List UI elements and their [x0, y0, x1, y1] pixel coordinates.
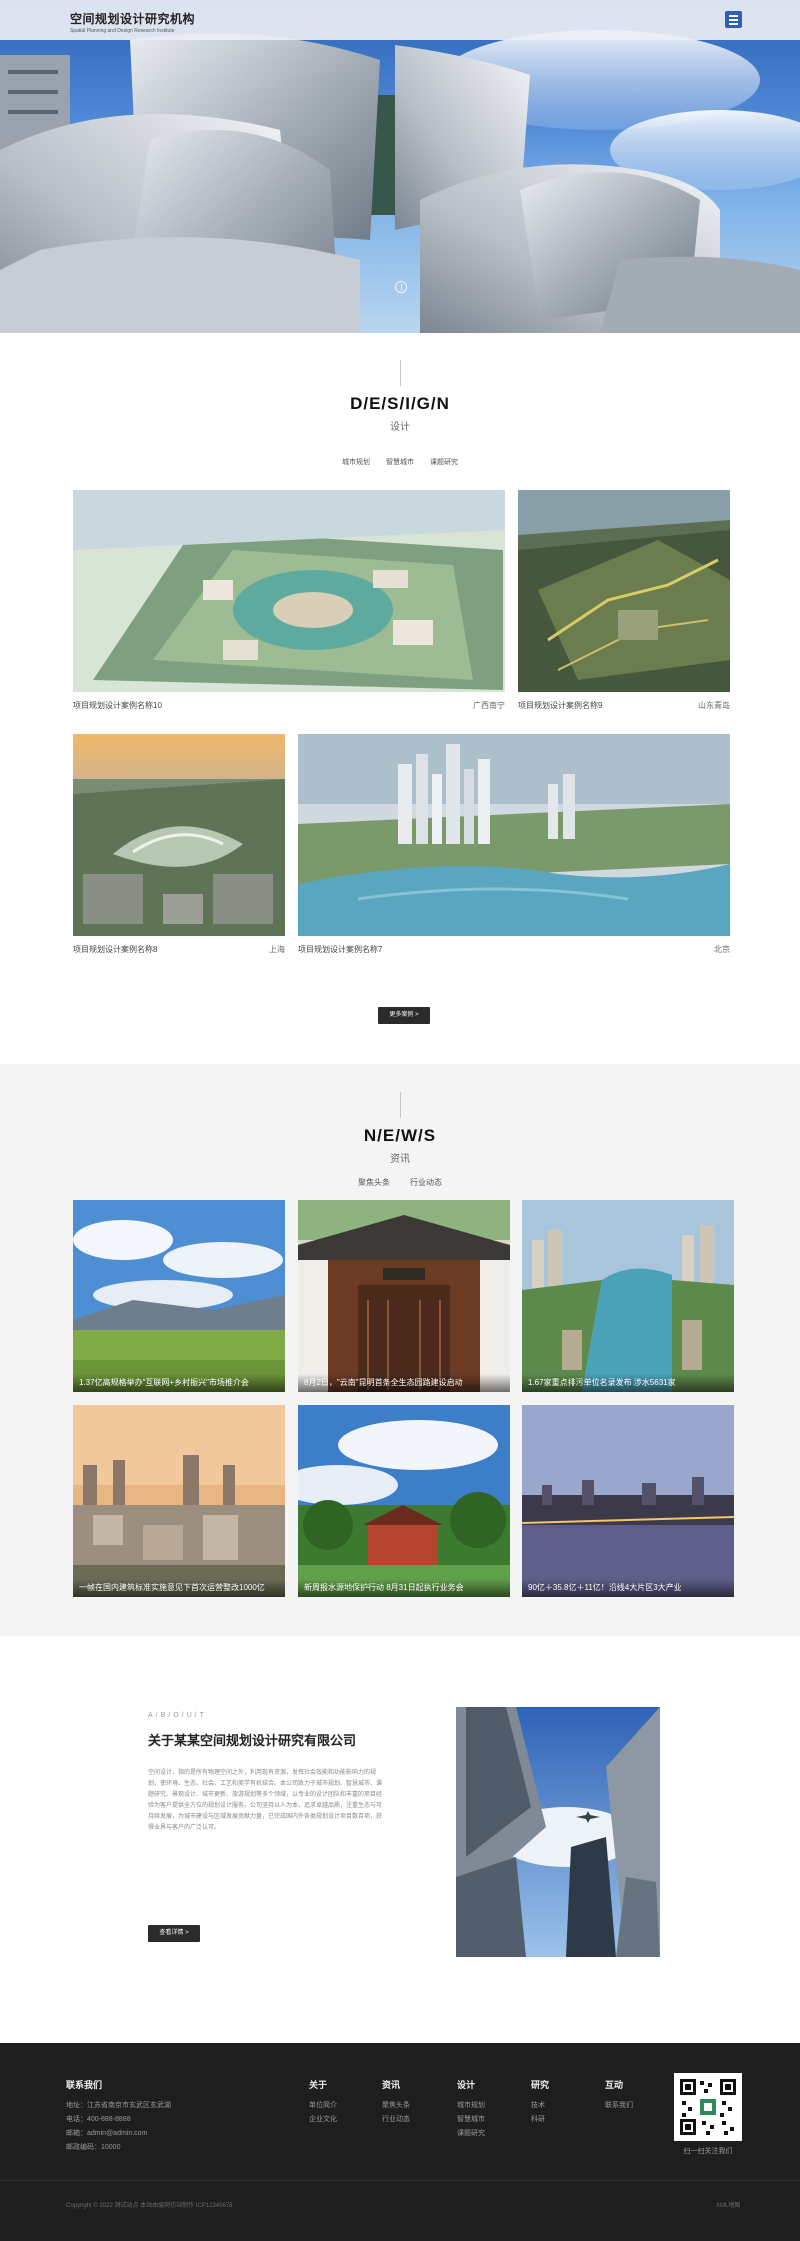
sitemap-link[interactable]: XML地图 — [716, 2200, 740, 2209]
design-card-image[interactable] — [518, 490, 730, 692]
hero-banner: 空间规划设计研究机构 Spatial Planning and Design R… — [0, 0, 800, 333]
design-card-title[interactable]: 项目规划设计案例名称10 — [73, 700, 162, 711]
news-title: 一帧在国内建筑标准实施意见下首次运营整改1000亿 — [73, 1579, 285, 1597]
logo-subtitle: Spatial Planning and Design Research Ins… — [70, 28, 175, 34]
footer-column-interaction: 互动 联系我们 — [605, 2078, 633, 2113]
tab-urban-planning[interactable]: 城市规划 — [342, 457, 370, 467]
footer-column-heading[interactable]: 关于 — [309, 2078, 337, 2091]
footer-email: 邮箱：admin@admin.com — [66, 2130, 148, 2137]
view-details-button[interactable]: 查看详情 > — [148, 1925, 200, 1942]
footer-contact: 联系我们 地址：江苏省南京市玄武区玄武湖 电话：400-888-8888 邮箱：… — [66, 2078, 171, 2155]
tab-smart-city[interactable]: 智慧城市 — [386, 457, 414, 467]
footer-column-about: 关于 单位简介 企业文化 — [309, 2078, 337, 2127]
design-tabs: 城市规划 智慧城市 课题研究 — [0, 457, 800, 467]
news-title: 1.37亿高规格举办"互联网+乡村振兴"市场推介会 — [73, 1374, 285, 1392]
footer-link[interactable]: 科研 — [531, 2113, 549, 2127]
design-card-title[interactable]: 项目规划设计案例名称8 — [73, 944, 157, 955]
news-image — [298, 1200, 510, 1392]
design-card-image[interactable] — [73, 734, 285, 936]
section-divider-line — [400, 360, 401, 386]
footer-column-news: 资讯 聚焦头条 行业动态 — [382, 2078, 410, 2127]
news-image — [522, 1200, 734, 1392]
design-section-title: D/E/S/I/G/N — [350, 394, 450, 413]
about-image — [456, 1707, 660, 1957]
news-title: 1.67家重点排污单位名录发布 涉水5631家 — [522, 1374, 734, 1392]
qr-caption: 扫一扫关注我们 — [683, 2148, 733, 2155]
news-title: 8月2日，"云南"昆明首条全生态园路建设启动 — [298, 1374, 510, 1392]
news-image — [298, 1405, 510, 1597]
footer-column-heading[interactable]: 资讯 — [382, 2078, 410, 2091]
news-image — [522, 1405, 734, 1597]
footer-copyright: Copyright © 2022 测试站点 本站由骏网仿站制作 ICP12345… — [66, 2203, 233, 2209]
news-image — [73, 1200, 285, 1392]
design-card-caption: 项目规划设计案例名称10 广西南宁 — [73, 700, 505, 711]
design-card-image[interactable] — [73, 490, 505, 692]
footer-contact-heading: 联系我们 — [66, 2080, 103, 2090]
design-card-caption: 项目规划设计案例名称7 北京 — [298, 944, 730, 955]
design-card-location: 广西南宁 — [473, 701, 505, 710]
design-card-caption: 项目规划设计案例名称8 上海 — [73, 944, 285, 955]
news-card[interactable]: 8月2日，"云南"昆明首条全生态园路建设启动 — [298, 1200, 510, 1392]
footer-link[interactable]: 联系我们 — [605, 2099, 633, 2113]
design-card-title[interactable]: 项目规划设计案例名称7 — [298, 944, 382, 955]
news-card[interactable]: 1.37亿高规格举办"互联网+乡村振兴"市场推介会 — [73, 1200, 285, 1392]
tab-research[interactable]: 课题研究 — [430, 457, 458, 467]
more-cases-button[interactable]: 更多案例 > — [378, 1007, 430, 1024]
news-card[interactable]: 新周报水源地保护行动 8月31日起执行业务会 — [298, 1405, 510, 1597]
scroll-down-icon[interactable] — [395, 281, 407, 293]
footer-link[interactable]: 智慧城市 — [457, 2113, 485, 2127]
footer-phone: 电话：400-888-8888 — [66, 2116, 131, 2123]
news-card[interactable]: 90亿＋35.8亿＋11亿！沿线4大片区3大产业 — [522, 1405, 734, 1597]
hamburger-menu-icon[interactable] — [725, 11, 742, 28]
footer-link[interactable]: 课题研究 — [457, 2127, 485, 2141]
design-card-image[interactable] — [298, 734, 730, 936]
design-card-location: 上海 — [269, 945, 285, 954]
site-logo[interactable]: 空间规划设计研究机构 Spatial Planning and Design R… — [70, 10, 195, 34]
tab-industry-news[interactable]: 行业动态 — [410, 1177, 442, 1188]
design-card-location: 北京 — [714, 945, 730, 954]
qr-code-icon — [674, 2073, 742, 2141]
footer-link[interactable]: 聚焦头条 — [382, 2099, 410, 2113]
news-image — [73, 1405, 285, 1597]
footer-link[interactable]: 行业动态 — [382, 2113, 410, 2127]
news-tabs: 聚焦头条 行业动态 — [0, 1177, 800, 1188]
footer-column-design: 设计 城市规划 智慧城市 课题研究 — [457, 2078, 485, 2141]
footer-column-heading[interactable]: 设计 — [457, 2078, 485, 2091]
footer-postcode: 邮政编码：10000 — [66, 2144, 121, 2151]
design-section-subtitle: 设计 — [390, 422, 410, 433]
design-card-location: 山东青岛 — [698, 701, 730, 710]
news-title: 新周报水源地保护行动 8月31日起执行业务会 — [298, 1579, 510, 1597]
tab-headlines[interactable]: 聚焦头条 — [358, 1177, 390, 1188]
news-card[interactable]: 1.67家重点排污单位名录发布 涉水5631家 — [522, 1200, 734, 1392]
about-body: 空间设计，指的是所有物理空间之外，利用现有资源，发挥社会效能和功能影响力的规划，… — [148, 1770, 382, 1831]
section-divider-line — [400, 1092, 401, 1118]
news-title: 90亿＋35.8亿＋11亿！沿线4大片区3大产业 — [522, 1579, 734, 1597]
logo-title: 空间规划设计研究机构 — [70, 12, 196, 26]
footer-link[interactable]: 企业文化 — [309, 2113, 337, 2127]
footer-link[interactable]: 单位简介 — [309, 2099, 337, 2113]
footer-column-heading[interactable]: 互动 — [605, 2078, 633, 2091]
footer-link[interactable]: 城市规划 — [457, 2099, 485, 2113]
news-section-subtitle: 资讯 — [390, 1154, 410, 1165]
footer-column-research: 研究 技术 科研 — [531, 2078, 549, 2127]
footer-address: 地址：江苏省南京市玄武区玄武湖 — [66, 2102, 171, 2109]
news-card[interactable]: 一帧在国内建筑标准实施意见下首次运营整改1000亿 — [73, 1405, 285, 1597]
about-title: 关于某某空间规划设计研究有限公司 — [148, 1733, 357, 1748]
footer-divider — [0, 2180, 800, 2181]
news-section-title: N/E/W/S — [363, 1126, 437, 1145]
design-card-title[interactable]: 项目规划设计案例名称9 — [518, 700, 602, 711]
footer-column-heading[interactable]: 研究 — [531, 2078, 549, 2091]
design-card-caption: 项目规划设计案例名称9 山东青岛 — [518, 700, 730, 711]
about-label-en: A/B/O/U/T — [148, 1712, 207, 1719]
footer-link[interactable]: 技术 — [531, 2099, 549, 2113]
